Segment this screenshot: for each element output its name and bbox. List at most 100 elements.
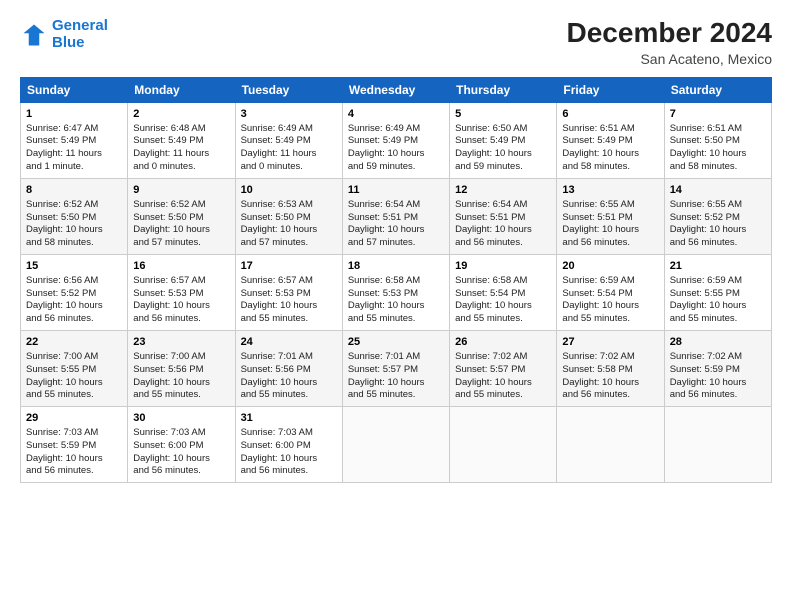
day-number: 12 [455,183,551,198]
day-content: Sunrise: 6:51 AM Sunset: 5:50 PM Dayligh… [670,123,766,174]
day-number: 1 [26,107,122,122]
day-content: Sunrise: 6:54 AM Sunset: 5:51 PM Dayligh… [455,199,551,250]
calendar-cell [557,407,664,483]
day-content: Sunrise: 6:51 AM Sunset: 5:49 PM Dayligh… [562,123,658,174]
day-number: 29 [26,411,122,426]
day-content: Sunrise: 6:53 AM Sunset: 5:50 PM Dayligh… [241,199,337,250]
day-content: Sunrise: 6:50 AM Sunset: 5:49 PM Dayligh… [455,123,551,174]
day-number: 6 [562,107,658,122]
calendar-cell: 16Sunrise: 6:57 AM Sunset: 5:53 PM Dayli… [128,254,235,330]
day-content: Sunrise: 6:56 AM Sunset: 5:52 PM Dayligh… [26,275,122,326]
day-number: 17 [241,259,337,274]
calendar-cell: 3Sunrise: 6:49 AM Sunset: 5:49 PM Daylig… [235,102,342,178]
day-number: 8 [26,183,122,198]
header-cell-thursday: Thursday [450,77,557,102]
day-number: 31 [241,411,337,426]
day-content: Sunrise: 6:48 AM Sunset: 5:49 PM Dayligh… [133,123,229,174]
day-number: 14 [670,183,766,198]
logo-icon [20,21,48,49]
calendar-cell: 22Sunrise: 7:00 AM Sunset: 5:55 PM Dayli… [21,331,128,407]
week-row-1: 1Sunrise: 6:47 AM Sunset: 5:49 PM Daylig… [21,102,772,178]
day-content: Sunrise: 6:49 AM Sunset: 5:49 PM Dayligh… [241,123,337,174]
day-number: 5 [455,107,551,122]
day-number: 25 [348,335,444,350]
day-content: Sunrise: 7:00 AM Sunset: 5:55 PM Dayligh… [26,351,122,402]
calendar-cell [450,407,557,483]
calendar-body: 1Sunrise: 6:47 AM Sunset: 5:49 PM Daylig… [21,102,772,482]
calendar-cell: 10Sunrise: 6:53 AM Sunset: 5:50 PM Dayli… [235,178,342,254]
week-row-4: 22Sunrise: 7:00 AM Sunset: 5:55 PM Dayli… [21,331,772,407]
header-cell-friday: Friday [557,77,664,102]
calendar-cell: 8Sunrise: 6:52 AM Sunset: 5:50 PM Daylig… [21,178,128,254]
title-block: December 2024 San Acateno, Mexico [567,18,772,67]
calendar-cell: 15Sunrise: 6:56 AM Sunset: 5:52 PM Dayli… [21,254,128,330]
header-cell-tuesday: Tuesday [235,77,342,102]
calendar-cell: 28Sunrise: 7:02 AM Sunset: 5:59 PM Dayli… [664,331,771,407]
header-row: SundayMondayTuesdayWednesdayThursdayFrid… [21,77,772,102]
header-cell-saturday: Saturday [664,77,771,102]
header-cell-sunday: Sunday [21,77,128,102]
calendar-cell: 20Sunrise: 6:59 AM Sunset: 5:54 PM Dayli… [557,254,664,330]
day-content: Sunrise: 7:01 AM Sunset: 5:57 PM Dayligh… [348,351,444,402]
calendar-cell: 5Sunrise: 6:50 AM Sunset: 5:49 PM Daylig… [450,102,557,178]
day-content: Sunrise: 7:02 AM Sunset: 5:59 PM Dayligh… [670,351,766,402]
main-title: December 2024 [567,18,772,49]
calendar-cell: 14Sunrise: 6:55 AM Sunset: 5:52 PM Dayli… [664,178,771,254]
day-number: 24 [241,335,337,350]
day-number: 30 [133,411,229,426]
day-content: Sunrise: 7:03 AM Sunset: 6:00 PM Dayligh… [241,427,337,478]
day-content: Sunrise: 6:59 AM Sunset: 5:55 PM Dayligh… [670,275,766,326]
subtitle: San Acateno, Mexico [567,51,772,67]
day-number: 22 [26,335,122,350]
day-number: 9 [133,183,229,198]
day-content: Sunrise: 6:58 AM Sunset: 5:54 PM Dayligh… [455,275,551,326]
day-number: 15 [26,259,122,274]
day-number: 28 [670,335,766,350]
day-content: Sunrise: 6:49 AM Sunset: 5:49 PM Dayligh… [348,123,444,174]
header: General Blue December 2024 San Acateno, … [20,18,772,67]
calendar-header: SundayMondayTuesdayWednesdayThursdayFrid… [21,77,772,102]
day-number: 11 [348,183,444,198]
calendar-cell: 23Sunrise: 7:00 AM Sunset: 5:56 PM Dayli… [128,331,235,407]
week-row-3: 15Sunrise: 6:56 AM Sunset: 5:52 PM Dayli… [21,254,772,330]
week-row-5: 29Sunrise: 7:03 AM Sunset: 5:59 PM Dayli… [21,407,772,483]
calendar-table: SundayMondayTuesdayWednesdayThursdayFrid… [20,77,772,483]
logo-line2: Blue [52,34,85,51]
page: General Blue December 2024 San Acateno, … [0,0,792,612]
day-number: 3 [241,107,337,122]
calendar-cell: 2Sunrise: 6:48 AM Sunset: 5:49 PM Daylig… [128,102,235,178]
day-content: Sunrise: 6:47 AM Sunset: 5:49 PM Dayligh… [26,123,122,174]
calendar-cell: 29Sunrise: 7:03 AM Sunset: 5:59 PM Dayli… [21,407,128,483]
calendar-cell: 9Sunrise: 6:52 AM Sunset: 5:50 PM Daylig… [128,178,235,254]
day-number: 23 [133,335,229,350]
calendar-cell: 24Sunrise: 7:01 AM Sunset: 5:56 PM Dayli… [235,331,342,407]
calendar-cell: 18Sunrise: 6:58 AM Sunset: 5:53 PM Dayli… [342,254,449,330]
calendar-cell: 13Sunrise: 6:55 AM Sunset: 5:51 PM Dayli… [557,178,664,254]
day-content: Sunrise: 7:00 AM Sunset: 5:56 PM Dayligh… [133,351,229,402]
calendar-cell: 1Sunrise: 6:47 AM Sunset: 5:49 PM Daylig… [21,102,128,178]
day-content: Sunrise: 6:59 AM Sunset: 5:54 PM Dayligh… [562,275,658,326]
calendar-cell: 6Sunrise: 6:51 AM Sunset: 5:49 PM Daylig… [557,102,664,178]
day-number: 10 [241,183,337,198]
calendar-cell: 12Sunrise: 6:54 AM Sunset: 5:51 PM Dayli… [450,178,557,254]
day-number: 20 [562,259,658,274]
week-row-2: 8Sunrise: 6:52 AM Sunset: 5:50 PM Daylig… [21,178,772,254]
day-number: 2 [133,107,229,122]
logo-text: General Blue [52,18,108,51]
day-number: 26 [455,335,551,350]
logo: General Blue [20,18,108,51]
day-content: Sunrise: 6:58 AM Sunset: 5:53 PM Dayligh… [348,275,444,326]
day-content: Sunrise: 7:01 AM Sunset: 5:56 PM Dayligh… [241,351,337,402]
day-content: Sunrise: 7:03 AM Sunset: 6:00 PM Dayligh… [133,427,229,478]
day-content: Sunrise: 7:02 AM Sunset: 5:58 PM Dayligh… [562,351,658,402]
day-number: 19 [455,259,551,274]
day-content: Sunrise: 6:55 AM Sunset: 5:51 PM Dayligh… [562,199,658,250]
day-content: Sunrise: 6:57 AM Sunset: 5:53 PM Dayligh… [241,275,337,326]
calendar-cell: 21Sunrise: 6:59 AM Sunset: 5:55 PM Dayli… [664,254,771,330]
header-cell-wednesday: Wednesday [342,77,449,102]
day-number: 16 [133,259,229,274]
day-number: 13 [562,183,658,198]
day-content: Sunrise: 6:52 AM Sunset: 5:50 PM Dayligh… [26,199,122,250]
day-number: 4 [348,107,444,122]
calendar-cell [664,407,771,483]
